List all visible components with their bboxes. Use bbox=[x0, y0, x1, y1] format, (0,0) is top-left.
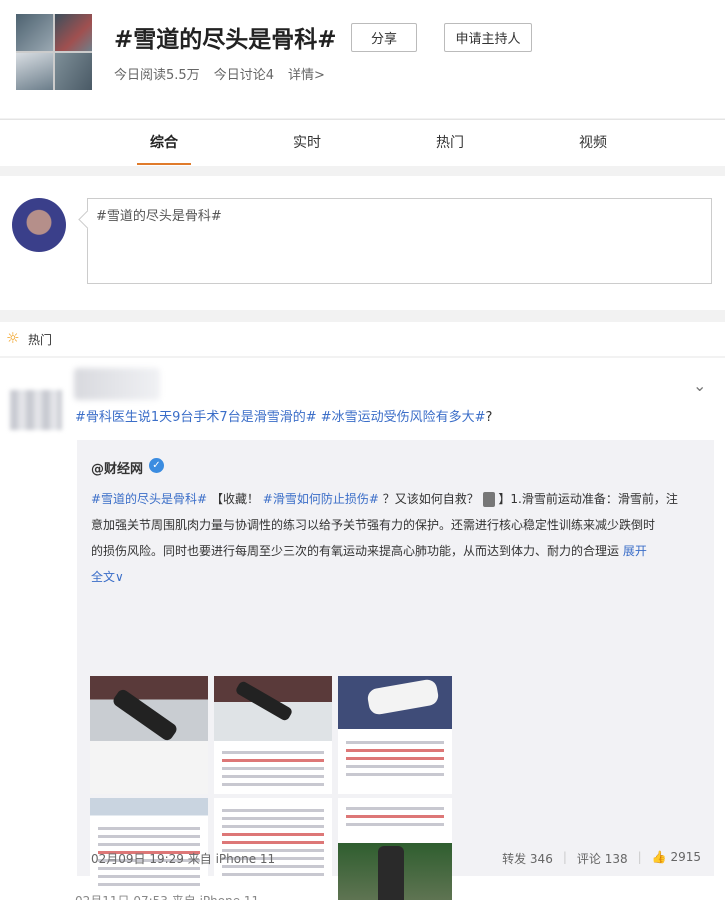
repost-hashtag-2[interactable]: #滑雪如何防止损伤# bbox=[263, 492, 379, 506]
post-hashtag-1[interactable]: #骨科医生说1天9台手术7台是滑雪滑的# bbox=[75, 410, 317, 425]
tab-comprehensive[interactable]: 综合 bbox=[150, 132, 178, 152]
reads-count: 今日阅读5.5万 bbox=[114, 68, 200, 83]
hot-section-header: ☼ 热门 bbox=[0, 322, 725, 356]
reposted-content: @财经网 ✓ #雪道的尽头是骨科# 【收藏！ #滑雪如何防止损伤# ？又该如何自… bbox=[77, 440, 714, 900]
share-button[interactable]: 分享 bbox=[351, 23, 417, 52]
topic-header: #雪道的尽头是骨科# 分享 申请主持人 今日阅读5.5万 今日讨论4 详情> bbox=[0, 0, 725, 118]
topic-cover-image bbox=[16, 14, 92, 90]
repost-line-2: 意加强关节周围肌肉力量与协调性的练习以给予关节强有力的保护。还需进行核心稳定性训… bbox=[91, 518, 656, 532]
like-button[interactable]: 👍 2915 bbox=[652, 850, 701, 867]
image-thumbnail[interactable] bbox=[214, 676, 332, 794]
image-thumbnail[interactable] bbox=[338, 798, 452, 900]
tab-bar: 综合 实时 热门 视频 bbox=[0, 119, 725, 166]
discussions-count: 今日讨论4 bbox=[213, 68, 274, 83]
microphone-icon bbox=[482, 492, 495, 507]
chevron-down-icon[interactable]: ⌄ bbox=[693, 376, 706, 395]
repost-author[interactable]: @财经网 bbox=[91, 458, 143, 477]
tab-realtime[interactable]: 实时 bbox=[293, 132, 321, 152]
like-count: 2915 bbox=[670, 850, 701, 864]
repost-hashtag-1[interactable]: #雪道的尽头是骨科# bbox=[91, 492, 207, 506]
poster-avatar[interactable] bbox=[10, 390, 62, 430]
feed-post: ⌄ #骨科医生说1天9台手术7台是滑雪滑的# #冰雪运动受伤风险有多大#? @财… bbox=[0, 358, 725, 900]
divider: | bbox=[562, 850, 567, 864]
full-text-link[interactable]: 全文∨ bbox=[91, 564, 703, 590]
repost-text-3: 】1.滑雪前运动准备：滑雪前，注 bbox=[498, 492, 678, 506]
divider: | bbox=[637, 850, 642, 864]
topic-title: #雪道的尽头是骨科# bbox=[114, 27, 337, 53]
image-thumbnail[interactable] bbox=[338, 676, 452, 794]
apply-host-button[interactable]: 申请主持人 bbox=[444, 23, 532, 52]
post-text: #骨科医生说1天9台手术7台是滑雪滑的# #冰雪运动受伤风险有多大#? bbox=[75, 406, 492, 425]
image-thumbnail[interactable] bbox=[90, 798, 208, 900]
repost-text-2: ？又该如何自救？ bbox=[382, 492, 479, 506]
tab-video[interactable]: 视频 bbox=[579, 132, 607, 152]
thumbs-up-icon: 👍 bbox=[651, 850, 667, 864]
comment-count[interactable]: 评论 138 bbox=[577, 850, 628, 867]
repost-text-1: 【收藏！ bbox=[210, 492, 259, 506]
image-thumbnail[interactable] bbox=[90, 676, 208, 794]
hot-label: 热门 bbox=[28, 333, 53, 347]
image-thumbnail[interactable] bbox=[214, 798, 332, 900]
repost-body: #雪道的尽头是骨科# 【收藏！ #滑雪如何防止损伤# ？又该如何自救？ 】1.滑… bbox=[91, 486, 703, 590]
verified-icon: ✓ bbox=[149, 458, 164, 473]
hot-icon: ☼ bbox=[6, 329, 20, 347]
poster-name-blurred[interactable] bbox=[74, 368, 160, 400]
repost-timestamp[interactable]: 02月09日 19:29 来自 iPhone 11 bbox=[91, 850, 275, 867]
tab-hot[interactable]: 热门 bbox=[436, 132, 464, 152]
composer: #雪道的尽头是骨科# bbox=[0, 176, 725, 310]
post-hashtag-2[interactable]: #冰雪运动受伤风险有多大# bbox=[321, 410, 486, 425]
details-link[interactable]: 详情> bbox=[288, 64, 325, 83]
repost-count[interactable]: 转发 346 bbox=[502, 850, 553, 867]
expand-link[interactable]: 展开 bbox=[623, 544, 647, 558]
active-tab-indicator bbox=[137, 163, 191, 165]
repost-stats: 转发 346 | 评论 138 | 👍 2915 bbox=[502, 850, 701, 867]
user-avatar[interactable] bbox=[12, 198, 66, 252]
post-timestamp[interactable]: 02月11日 07:53 来自 iPhone 11 bbox=[75, 892, 259, 900]
repost-line-3: 的损伤风险。同时也要进行每周至少三次的有氧运动来提高心肺功能，从而达到体力、耐力… bbox=[91, 544, 620, 558]
topic-meta: 今日阅读5.5万 今日讨论4 详情> bbox=[114, 64, 325, 83]
post-text-tail: ? bbox=[485, 410, 493, 425]
post-input[interactable]: #雪道的尽头是骨科# bbox=[87, 198, 712, 284]
